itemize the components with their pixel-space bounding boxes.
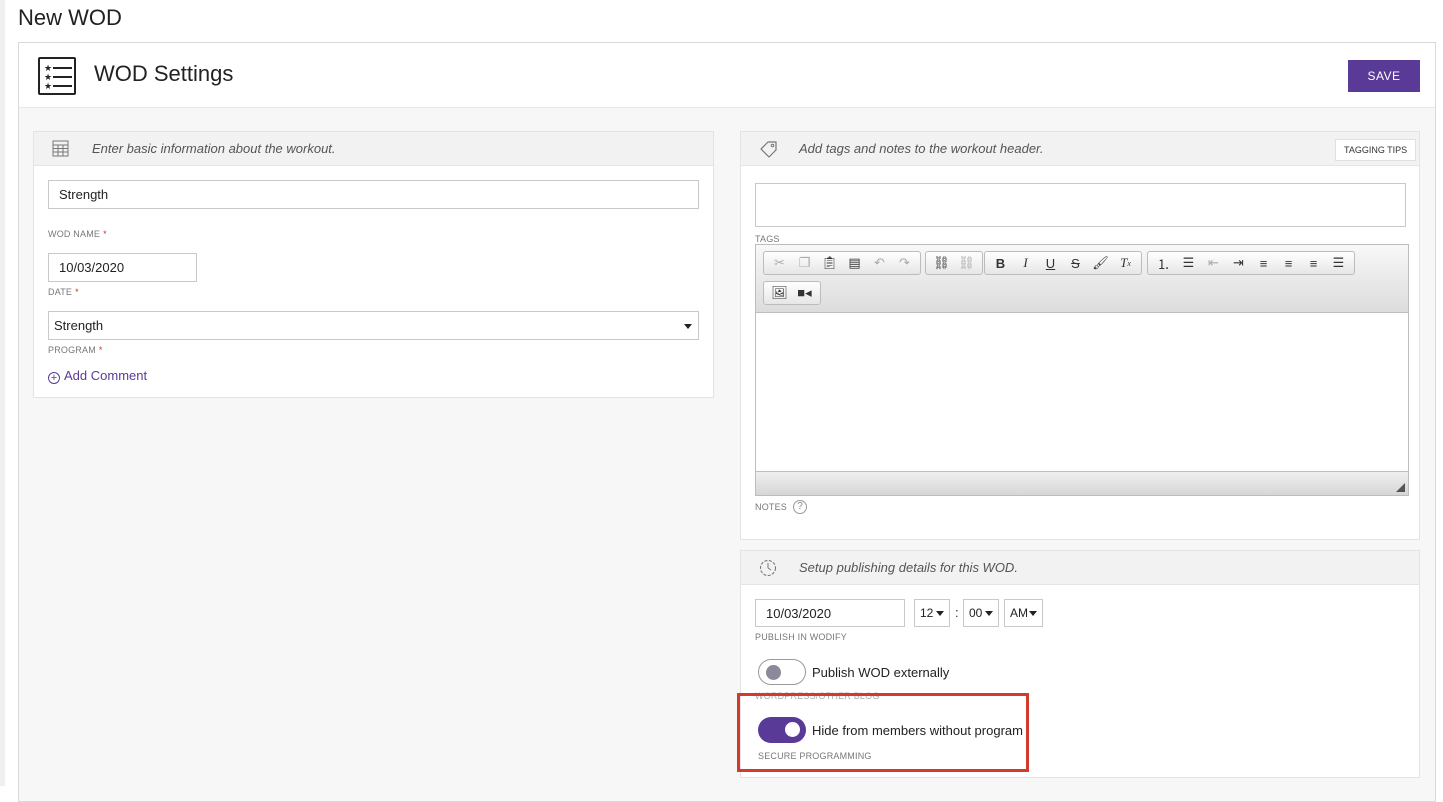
tags-label: TAGS: [755, 234, 780, 244]
left-rail: [0, 0, 5, 786]
chevron-down-icon: [936, 611, 944, 616]
resize-handle-icon[interactable]: [1396, 483, 1405, 492]
plus-circle-icon: +: [48, 372, 60, 384]
image-icon[interactable]: 🖼︎: [767, 282, 792, 304]
program-label: PROGRAM *: [48, 345, 103, 355]
hour-value: 12: [920, 606, 934, 620]
toolbar-group-paragraph: ⒈ ☰ ⇤ ⇥ ≡ ≡ ≡ ☰: [1147, 251, 1355, 275]
publish-externally-toggle[interactable]: [758, 659, 806, 685]
paste-text-icon[interactable]: ▤: [842, 252, 867, 274]
card-title: WOD Settings: [94, 61, 234, 86]
editor-footer: [756, 471, 1408, 495]
chevron-down-icon: [684, 324, 692, 329]
chevron-down-icon: [1029, 611, 1037, 616]
checklist-icon: ★ ★ ★: [38, 57, 76, 95]
editor-toolbar: ✂ ❐ 📋︎ ▤ ↶ ↷ ⛓ ⛓ B I U S 🖌︎ Tx ⒈ ☰ ⇤ ⇥ ≡…: [756, 245, 1408, 313]
notes-label: NOTES: [755, 502, 788, 512]
indent-icon[interactable]: ⇥: [1226, 252, 1251, 274]
notes-rich-text-editor: ✂ ❐ 📋︎ ▤ ↶ ↷ ⛓ ⛓ B I U S 🖌︎ Tx ⒈ ☰ ⇤ ⇥ ≡…: [755, 244, 1409, 496]
clock-icon: [759, 559, 777, 577]
ampm-value: AM: [1010, 606, 1028, 620]
bulleted-list-icon[interactable]: ☰: [1176, 252, 1201, 274]
basic-info-hint: Enter basic information about the workou…: [92, 141, 336, 156]
copy-icon[interactable]: ❐: [792, 252, 817, 274]
wod-name-label: WOD NAME *: [48, 229, 107, 239]
publishing-header: Setup publishing details for this WOD.: [741, 551, 1419, 585]
wod-name-input[interactable]: Strength: [48, 180, 699, 209]
chevron-down-icon: [985, 611, 993, 616]
tag-icon: [760, 141, 777, 158]
toggle-knob: [766, 665, 781, 680]
wod-settings-card: ★ ★ ★ WOD Settings SAVE Enter basic info…: [18, 42, 1436, 802]
paste-icon[interactable]: 📋︎: [817, 252, 842, 274]
date-label: DATE *: [48, 287, 79, 297]
add-comment-label: Add Comment: [64, 368, 148, 383]
tags-notes-header: Add tags and notes to the workout header…: [741, 132, 1419, 166]
italic-icon[interactable]: I: [1013, 252, 1038, 274]
publishing-hint: Setup publishing details for this WOD.: [799, 560, 1018, 575]
toolbar-group-media: 🖼︎ ■◂: [763, 281, 821, 305]
ampm-select[interactable]: AM: [1004, 599, 1043, 627]
help-icon[interactable]: ?: [793, 500, 807, 514]
date-input[interactable]: 10/03/2020: [48, 253, 197, 282]
highlight-box: [737, 693, 1029, 772]
align-justify-icon[interactable]: ☰: [1326, 252, 1351, 274]
minute-value: 00: [969, 606, 983, 620]
toolbar-group-clipboard: ✂ ❐ 📋︎ ▤ ↶ ↷: [763, 251, 921, 275]
bold-icon[interactable]: B: [988, 252, 1013, 274]
clear-format-icon[interactable]: Tx: [1113, 252, 1138, 274]
underline-icon[interactable]: U: [1038, 252, 1063, 274]
publish-in-wodify-label: PUBLISH IN WODIFY: [755, 632, 847, 642]
calendar-grid-icon: [52, 140, 69, 157]
tags-input[interactable]: [755, 183, 1406, 227]
unlink-icon[interactable]: ⛓: [954, 252, 979, 274]
redo-icon[interactable]: ↷: [892, 252, 917, 274]
video-icon[interactable]: ■◂: [792, 282, 817, 304]
outdent-icon[interactable]: ⇤: [1201, 252, 1226, 274]
program-select[interactable]: Strength: [48, 311, 699, 340]
strikethrough-icon[interactable]: S: [1063, 252, 1088, 274]
publish-date-input[interactable]: 10/03/2020: [755, 599, 905, 627]
paintbrush-icon[interactable]: 🖌︎: [1088, 252, 1113, 274]
undo-icon[interactable]: ↶: [867, 252, 892, 274]
toolbar-group-format: B I U S 🖌︎ Tx: [984, 251, 1142, 275]
numbered-list-icon[interactable]: ⒈: [1151, 252, 1176, 274]
card-header: ★ ★ ★ WOD Settings SAVE: [19, 43, 1435, 108]
minute-select[interactable]: 00: [963, 599, 999, 627]
hour-select[interactable]: 12: [914, 599, 950, 627]
add-comment-link[interactable]: + Add Comment: [48, 368, 147, 384]
basic-info-header: Enter basic information about the workou…: [34, 132, 713, 166]
align-center-icon[interactable]: ≡: [1276, 252, 1301, 274]
align-left-icon[interactable]: ≡: [1251, 252, 1276, 274]
tags-notes-panel: Add tags and notes to the workout header…: [740, 131, 1420, 540]
tagging-tips-button[interactable]: TAGGING TIPS: [1335, 139, 1417, 161]
link-icon[interactable]: ⛓: [929, 252, 954, 274]
time-separator: :: [955, 605, 959, 620]
tags-notes-hint: Add tags and notes to the workout header…: [799, 141, 1044, 156]
save-button[interactable]: SAVE: [1348, 60, 1420, 92]
toolbar-group-links: ⛓ ⛓: [925, 251, 983, 275]
program-select-value: Strength: [54, 318, 104, 333]
align-right-icon[interactable]: ≡: [1301, 252, 1326, 274]
page-title: New WOD: [18, 5, 122, 30]
basic-info-panel: Enter basic information about the workou…: [33, 131, 714, 398]
cut-icon[interactable]: ✂: [767, 252, 792, 274]
publish-externally-label: Publish WOD externally: [812, 665, 950, 680]
notes-editor-area[interactable]: [756, 313, 1408, 472]
